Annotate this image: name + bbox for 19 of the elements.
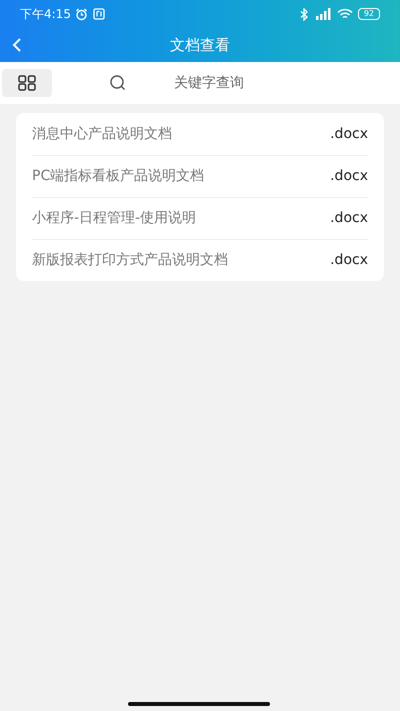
grid-view-button[interactable] (2, 69, 52, 97)
grid-icon (18, 75, 36, 91)
nfc-icon (92, 8, 105, 20)
alarm-icon (74, 8, 88, 20)
search-icon (109, 74, 127, 92)
signal-icon (314, 8, 332, 20)
document-name[interactable]: 小程序-日程管理-使用说明 (32, 208, 196, 229)
file-extension: .docx (330, 209, 368, 228)
bluetooth-icon (300, 8, 309, 20)
file-extension: .docx (330, 124, 368, 144)
file-extension: .docx (330, 167, 368, 186)
document-name[interactable]: 消息中心产品说明文档 (32, 124, 172, 144)
document-name[interactable]: 新版报表打印方式产品说明文档 (32, 250, 228, 271)
document-name[interactable]: PC端指标看板产品说明文档 (32, 166, 204, 187)
wifi-icon (336, 8, 353, 20)
page-title: 文档查看 (170, 34, 230, 56)
status-time: 下午4:15 (20, 6, 71, 23)
file-extension: .docx (330, 251, 368, 270)
battery-level: 92 (358, 8, 380, 20)
